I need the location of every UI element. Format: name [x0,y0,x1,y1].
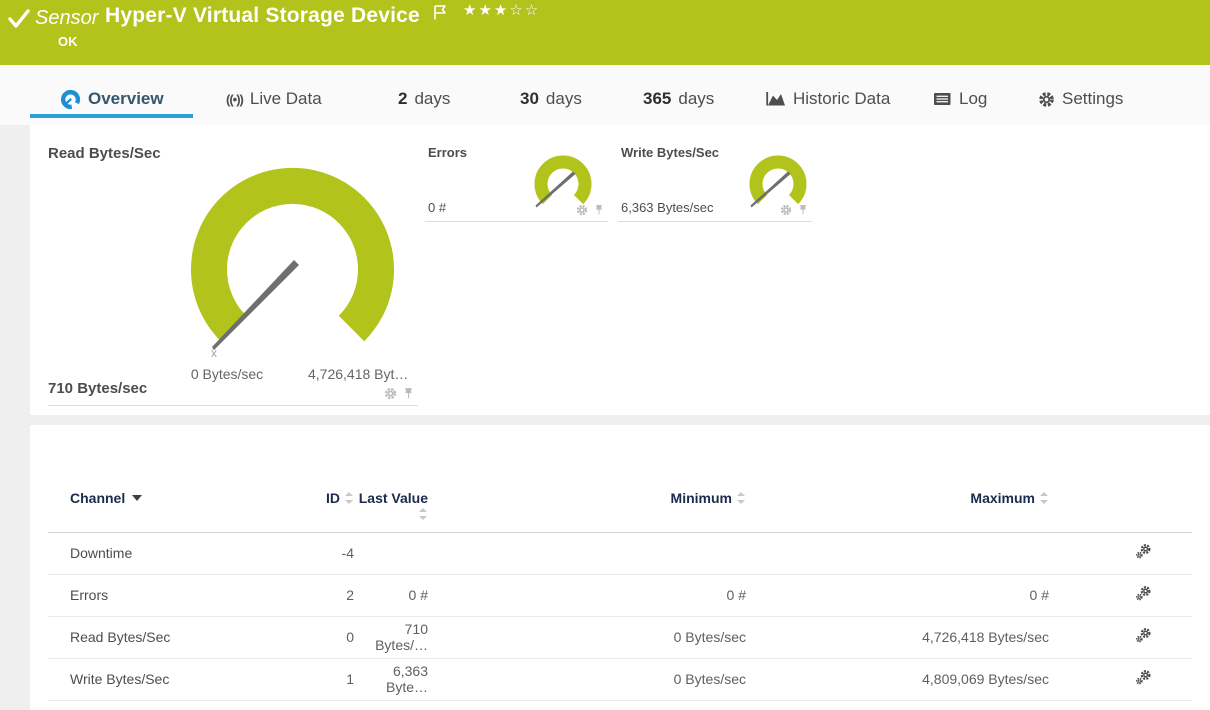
gauge-pin-icon[interactable] [403,387,414,400]
sensor-status-badge: OK [58,34,78,49]
channel-maximum [748,532,1051,575]
tab-label: Historic Data [793,89,891,108]
sort-toggle-icon [419,508,428,520]
tab-label: Log [959,89,988,108]
gear-icon [1038,91,1055,108]
channel-last-value: 710 Bytes/… [356,616,430,659]
gauge-settings-gear-icon[interactable] [384,387,397,400]
channel-minimum: 0 # [430,574,748,617]
tab-label: days [414,89,451,108]
column-header-id[interactable]: ID [308,484,356,533]
channel-table: Channel ID Last Value Minimum Maximum Do… [48,484,1192,701]
channel-minimum: 0 Bytes/sec [430,616,748,659]
channel-last-value: 6,363 Byte… [356,658,430,701]
gauge-pin-icon[interactable] [798,204,808,216]
channel-settings-gears-icon[interactable] [1135,585,1152,602]
log-list-icon [934,93,951,105]
sort-desc-icon [132,495,143,501]
channel-last-value [356,532,430,575]
channel-id: 0 [308,616,356,659]
gauge-errors: Errors 0 # [425,140,608,222]
tab-2-days[interactable]: 2 days [398,86,450,112]
sort-toggle-icon [345,492,354,504]
gauges-panel: Read Bytes/Sec x̄ 0 Bytes/sec 4,726,418 … [30,125,1210,415]
tab-label: Live Data [249,89,322,108]
column-header-channel[interactable]: Channel [48,484,308,533]
stars-filled: ★★★ [463,2,510,19]
gauge-icon [61,89,81,109]
channel-table-panel: Channel ID Last Value Minimum Maximum Do… [30,425,1210,710]
column-header-actions [1051,484,1192,533]
column-header-last-value[interactable]: Last Value [356,484,430,533]
tab-settings[interactable]: Settings [1038,86,1123,112]
gauge-current-value: 710 Bytes/sec [48,380,148,397]
gauge-mean-marker: x̄ [211,346,217,360]
channel-settings-gears-icon[interactable] [1135,669,1152,686]
channel-id: -4 [308,532,356,575]
channel-id: 2 [308,574,356,617]
gauge-write-bytes: Write Bytes/Sec 6,363 Bytes/sec [618,140,812,222]
table-row-read-bytes: Read Bytes/Sec 0 710 Bytes/… 0 Bytes/sec… [48,616,1192,659]
tab-number: 365 [643,89,672,108]
tab-365-days[interactable]: 365 days [643,86,714,112]
gauge-current-value: 0 # [428,200,447,215]
tab-historic-data[interactable]: Historic Data [765,86,890,112]
tab-number: 2 [398,89,408,108]
live-data-icon: ((•)) [226,91,244,107]
gauge-scale-min: 0 Bytes/sec [190,366,264,382]
channel-name[interactable]: Errors [48,574,308,617]
column-header-maximum[interactable]: Maximum [748,484,1051,533]
tab-log[interactable]: Log [933,86,987,112]
favorite-flag-icon[interactable] [433,4,448,21]
sensor-header: Sensor Hyper-V Virtual Storage Device ★★… [0,0,1210,65]
column-header-minimum[interactable]: Minimum [430,484,748,533]
gauge-current-value: 6,363 Bytes/sec [621,200,714,215]
tab-label: days [678,89,715,108]
gauge-settings-gear-icon[interactable] [576,204,588,216]
area-chart-icon [766,92,785,106]
channel-name[interactable]: Downtime [48,532,308,575]
gauge-settings-gear-icon[interactable] [780,204,792,216]
channel-maximum: 0 # [748,574,1051,617]
channel-settings-gears-icon[interactable] [1135,543,1152,560]
table-header-row: Channel ID Last Value Minimum Maximum [48,484,1192,533]
tab-live-data[interactable]: ((•)) Live Data [226,86,322,112]
channel-last-value: 0 # [356,574,430,617]
channel-maximum: 4,726,418 Bytes/sec [748,616,1051,659]
page-title: Hyper-V Virtual Storage Device [105,4,420,27]
active-tab-underline [30,114,193,118]
tab-30-days[interactable]: 30 days [520,86,582,112]
channel-settings-gears-icon[interactable] [1135,627,1152,644]
channel-minimum: 0 Bytes/sec [430,658,748,701]
channel-name[interactable]: Write Bytes/Sec [48,658,308,701]
table-row-errors: Errors 2 0 # 0 # 0 # [48,574,1192,617]
tab-label: Overview [88,89,164,108]
sort-toggle-icon [1040,492,1049,504]
channel-id: 1 [308,658,356,701]
tab-bar: Overview ((•)) Live Data 2 days 30 days … [0,65,1210,125]
tab-label: Settings [1062,89,1124,108]
channel-maximum: 4,809,069 Bytes/sec [748,658,1051,701]
table-row-downtime: Downtime -4 [48,532,1192,575]
status-check-icon [8,9,30,28]
priority-stars[interactable]: ★★★☆☆ [463,1,540,19]
stars-empty: ☆☆ [509,2,541,19]
gauge-title: Read Bytes/Sec [48,145,161,162]
tab-number: 30 [520,89,539,108]
gauge-read-bytes: Read Bytes/Sec x̄ 0 Bytes/sec 4,726,418 … [48,140,418,406]
gauge-title: Write Bytes/Sec [621,145,720,160]
channel-minimum [430,532,748,575]
table-row-write-bytes: Write Bytes/Sec 1 6,363 Byte… 0 Bytes/se… [48,658,1192,701]
prtg-sensor-overview-page: Sensor Hyper-V Virtual Storage Device ★★… [0,0,1210,710]
read-bytes-gauge [191,167,394,350]
sort-toggle-icon [737,492,746,504]
object-kind-label: Sensor [35,7,99,29]
gauge-pin-icon[interactable] [594,204,604,216]
tab-label: days [545,89,582,108]
channel-name[interactable]: Read Bytes/Sec [48,616,308,659]
gauge-scale-max: 4,726,418 Byt… [308,366,409,382]
tab-overview[interactable]: Overview [60,86,164,112]
gauge-title: Errors [428,145,468,160]
